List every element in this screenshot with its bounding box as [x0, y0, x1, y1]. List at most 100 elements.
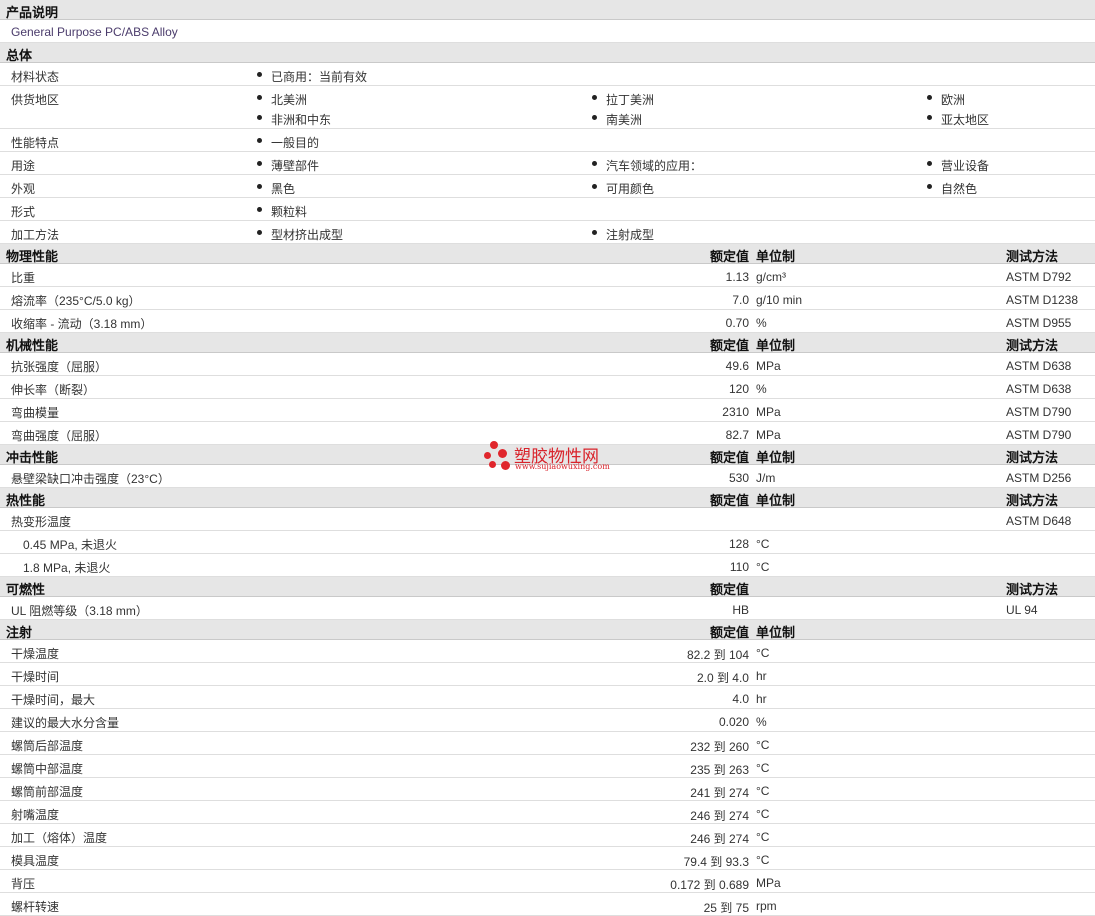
- property-label: 弯曲模量: [11, 406, 60, 420]
- logo-dot-icon: [490, 441, 498, 449]
- test-method: ASTM D638: [1006, 382, 1072, 396]
- table-row: 建议的最大水分含量 0.020 %: [0, 709, 1095, 732]
- list-item: 注射成型: [606, 228, 655, 242]
- property-unit: g/cm³: [756, 270, 786, 284]
- list-item: 颗粒料: [271, 205, 308, 219]
- test-method: ASTM D790: [1006, 405, 1072, 419]
- row-label: 外观: [11, 182, 36, 196]
- property-label: 螺筒前部温度: [11, 785, 84, 799]
- property-unit: °C: [756, 830, 770, 844]
- property-unit: MPa: [756, 428, 781, 442]
- property-value: 25 到 75: [703, 901, 749, 915]
- test-method: ASTM D256: [1006, 471, 1072, 485]
- property-label: 射嘴温度: [11, 808, 60, 822]
- property-label: 1.8 MPa, 未退火: [23, 561, 111, 575]
- property-unit: °C: [756, 853, 770, 867]
- property-value: 0.172 到 0.689: [670, 878, 749, 892]
- bullet-icon: [592, 161, 597, 166]
- section-title: 可燃性: [6, 582, 46, 597]
- property-unit: %: [756, 382, 767, 396]
- table-row: 背压 0.172 到 0.689 MPa: [0, 870, 1095, 893]
- table-row: 热变形温度 ASTM D648: [0, 508, 1095, 531]
- property-unit: °C: [756, 537, 770, 551]
- table-row: 收缩率 - 流动（3.18 mm） 0.70 % ASTM D955: [0, 310, 1095, 333]
- list-item: 可用颜色: [606, 182, 655, 196]
- table-row: 抗张强度（屈服） 49.6 MPa ASTM D638: [0, 353, 1095, 376]
- section-header-injection: 注射 额定值 单位制: [0, 620, 1095, 640]
- property-value: 79.4 到 93.3: [683, 855, 749, 869]
- bullet-icon: [927, 161, 932, 166]
- product-description: General Purpose PC/ABS Alloy: [11, 25, 178, 39]
- section-header-mechanical: 机械性能 额定值 单位制 测试方法: [0, 333, 1095, 353]
- list-item: 南美洲: [606, 113, 643, 127]
- column-header-unit: 单位制: [756, 625, 796, 640]
- property-label: 干燥时间，最大: [11, 693, 96, 707]
- property-value: 7.0: [732, 293, 749, 307]
- bullet-icon: [257, 184, 262, 189]
- general-row-appearance: 外观 黑色 可用颜色 自然色: [0, 175, 1095, 198]
- section-header-general: 总体: [0, 43, 1095, 63]
- test-method: ASTM D638: [1006, 359, 1072, 373]
- property-value: 49.6: [725, 359, 749, 373]
- column-header-value: 额定值: [709, 450, 749, 465]
- property-label: 干燥温度: [11, 647, 60, 661]
- property-label: 螺筒后部温度: [11, 739, 84, 753]
- property-value: 530: [728, 471, 749, 485]
- logo-dot-icon: [501, 461, 510, 470]
- list-item: 黑色: [271, 182, 296, 196]
- property-unit: hr: [756, 692, 767, 706]
- property-value: 232 到 260: [690, 740, 749, 754]
- property-unit: rpm: [756, 899, 777, 913]
- section-header-description: 产品说明: [0, 0, 1095, 20]
- bullet-icon: [257, 230, 262, 235]
- section-title: 注射: [6, 625, 33, 640]
- list-item: 型材挤出成型: [271, 228, 344, 242]
- column-header-value: 额定值: [709, 249, 749, 264]
- description-row: General Purpose PC/ABS Alloy: [0, 20, 1095, 43]
- section-header-flammability: 可燃性 额定值 测试方法: [0, 577, 1095, 597]
- column-header-method: 测试方法: [1006, 582, 1059, 597]
- column-header-method: 测试方法: [1006, 493, 1059, 508]
- section-header-thermal: 热性能 额定值 单位制 测试方法: [0, 488, 1095, 508]
- row-label: 材料状态: [11, 70, 60, 84]
- table-row: 干燥时间，最大 4.0 hr: [0, 686, 1095, 709]
- column-header-value: 额定值: [709, 625, 749, 640]
- row-label: 用途: [11, 159, 36, 173]
- property-value: 110: [729, 560, 749, 574]
- bullet-icon: [592, 184, 597, 189]
- bullet-icon: [927, 115, 932, 120]
- general-row-processing: 加工方法 型材挤出成型 注射成型: [0, 221, 1095, 244]
- property-unit: MPa: [756, 359, 781, 373]
- section-title: 物理性能: [6, 249, 59, 264]
- logo-dot-icon: [489, 461, 496, 468]
- general-row-material-status: 材料状态 已商用：当前有效: [0, 63, 1095, 86]
- section-title: 冲击性能: [6, 450, 59, 465]
- property-unit: %: [756, 715, 767, 729]
- table-row: 干燥时间 2.0 到 4.0 hr: [0, 663, 1095, 686]
- property-value: 0.020: [718, 715, 749, 729]
- property-label: 背压: [11, 877, 36, 891]
- property-unit: %: [756, 316, 767, 330]
- list-item: 营业设备: [941, 159, 990, 173]
- property-unit: J/m: [756, 471, 776, 485]
- general-row-uses: 用途 薄壁部件 汽车领域的应用： 营业设备: [0, 152, 1095, 175]
- table-row: 干燥温度 82.2 到 104 °C: [0, 640, 1095, 663]
- bullet-icon: [592, 230, 597, 235]
- property-label: 加工（熔体）温度: [11, 831, 108, 845]
- property-unit: °C: [756, 784, 770, 798]
- bullet-icon: [927, 95, 932, 100]
- bullet-icon: [257, 115, 262, 120]
- test-method: ASTM D792: [1006, 270, 1072, 284]
- section-header-physical: 物理性能 额定值 单位制 测试方法: [0, 244, 1095, 264]
- list-item: 欧洲: [941, 93, 966, 107]
- property-label: 干燥时间: [11, 670, 60, 684]
- general-row-form: 形式 颗粒料: [0, 198, 1095, 221]
- property-label: 螺筒中部温度: [11, 762, 84, 776]
- bullet-icon: [257, 72, 262, 77]
- list-item: 亚太地区: [941, 113, 990, 127]
- column-header-method: 测试方法: [1006, 338, 1059, 353]
- property-value: 241 到 274: [690, 786, 749, 800]
- property-label: 伸长率（断裂）: [11, 383, 96, 397]
- test-method: ASTM D1238: [1006, 293, 1079, 307]
- property-label: 弯曲强度（屈服）: [11, 429, 108, 443]
